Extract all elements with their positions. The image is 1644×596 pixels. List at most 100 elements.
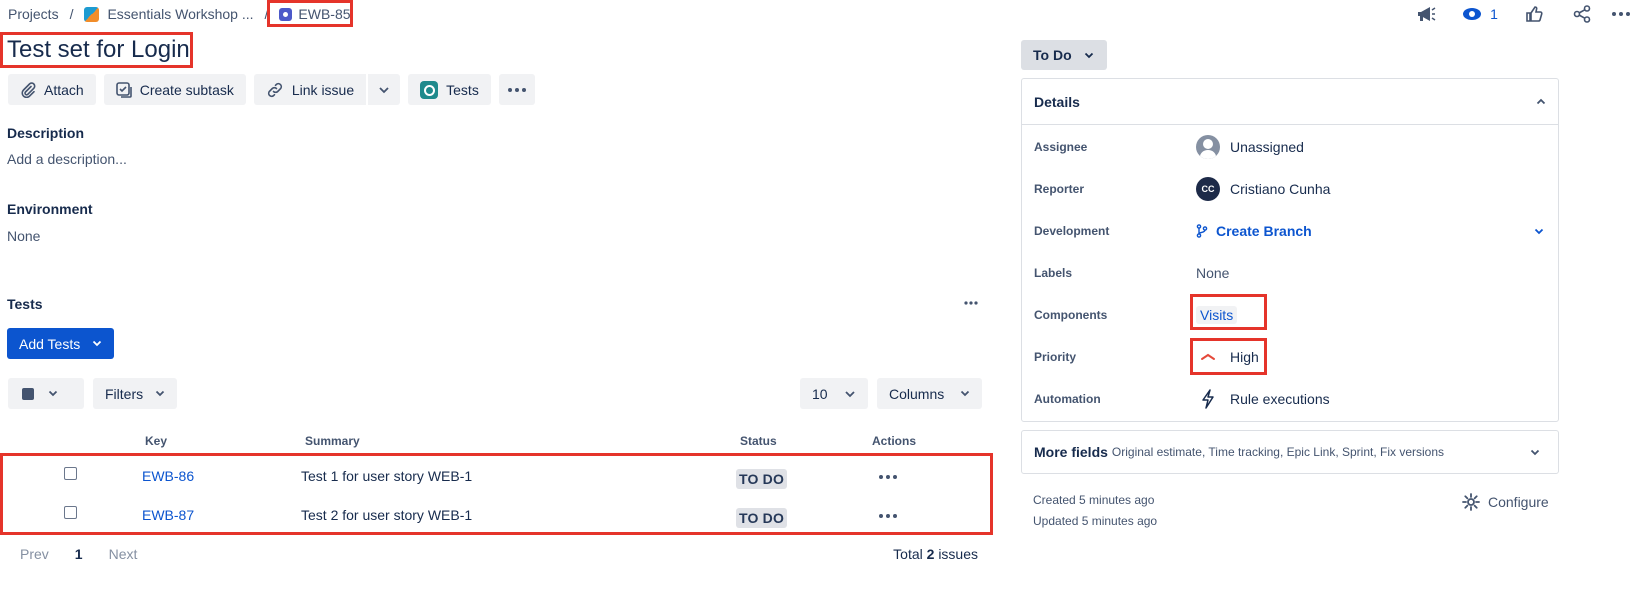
row-checkbox[interactable]: [64, 506, 77, 519]
field-label: Components: [1034, 308, 1108, 322]
more-fields-title: More fields: [1034, 444, 1108, 460]
priority-high-icon: [1201, 353, 1215, 360]
xray-tests-icon: [420, 80, 439, 99]
description-input[interactable]: Add a description...: [7, 151, 127, 167]
created-timestamp: Created 5 minutes ago: [1033, 493, 1155, 507]
breadcrumb-projects[interactable]: Projects: [8, 6, 59, 22]
details-heading: Details: [1034, 93, 1080, 110]
field-automation: Automation Rule executions: [1034, 387, 1548, 411]
chevron-up-icon: [1536, 98, 1546, 105]
link-icon: [267, 82, 282, 97]
issue-title[interactable]: Test set for Login: [7, 36, 190, 64]
create-subtask-button[interactable]: Create subtask: [103, 74, 246, 105]
watch-button[interactable]: 1: [1450, 2, 1510, 26]
row-summary: Test 2 for user story WEB-1: [301, 507, 473, 523]
add-tests-label: Add Tests: [19, 335, 81, 352]
more-horizontal-icon: [1612, 12, 1630, 16]
thumbs-up-icon: [1526, 6, 1543, 22]
more-horizontal-icon: [879, 514, 897, 518]
link-issue-button[interactable]: Link issue: [253, 74, 367, 105]
paperclip-icon: [21, 81, 36, 98]
field-label: Development: [1034, 224, 1110, 238]
page-size-select[interactable]: 10: [800, 378, 868, 409]
add-tests-button[interactable]: Add Tests: [7, 328, 115, 359]
create-branch-link[interactable]: Create Branch: [1196, 223, 1312, 239]
more-actions-button[interactable]: [1606, 2, 1636, 26]
like-button[interactable]: [1510, 2, 1558, 26]
eye-icon: [1463, 8, 1482, 20]
assignee-value[interactable]: Unassigned: [1196, 135, 1304, 159]
labels-value[interactable]: None: [1196, 265, 1229, 281]
automation-value[interactable]: Rule executions: [1196, 389, 1330, 409]
issue-top-actions: 1: [1402, 2, 1636, 26]
avatar: CC: [1196, 177, 1220, 201]
pager-prev[interactable]: Prev: [20, 546, 49, 562]
share-button[interactable]: [1558, 2, 1606, 26]
megaphone-icon: [1418, 7, 1436, 21]
environment-value[interactable]: None: [7, 228, 40, 244]
breadcrumb-project[interactable]: Essentials Workshop ...: [107, 6, 253, 22]
columns-button[interactable]: Columns: [877, 378, 982, 409]
chevron-down-icon: [379, 86, 389, 93]
branch-icon: [1196, 224, 1208, 238]
reporter-value[interactable]: CC Cristiano Cunha: [1196, 177, 1330, 201]
breadcrumb-separator: /: [69, 6, 74, 22]
row-actions-button[interactable]: [879, 505, 897, 521]
reporter-name: Cristiano Cunha: [1230, 181, 1331, 197]
filters-button[interactable]: Filters: [93, 378, 178, 409]
column-header-status[interactable]: Status: [740, 434, 777, 448]
status-badge: TO DO: [736, 508, 788, 528]
tests-label: Tests: [446, 81, 479, 98]
project-icon: [84, 6, 100, 22]
row-key-link[interactable]: EWB-87: [142, 507, 194, 523]
row-actions-button[interactable]: [879, 466, 897, 482]
components-value[interactable]: Visits: [1196, 306, 1238, 324]
chevron-down-icon: [48, 390, 58, 397]
attach-button[interactable]: Attach: [8, 74, 96, 105]
field-assignee: Assignee Unassigned: [1034, 135, 1548, 159]
issue-toolbar: Attach Create subtask Link issue Tests: [8, 74, 535, 105]
priority-value[interactable]: High: [1196, 349, 1259, 365]
field-priority: Priority High: [1034, 345, 1548, 369]
priority-name: High: [1230, 349, 1259, 365]
column-header-actions: Actions: [872, 434, 917, 448]
configure-button[interactable]: Configure: [1462, 493, 1549, 511]
more-fields-section[interactable]: More fields Original estimate, Time trac…: [1021, 430, 1559, 474]
checkbox-square-icon: [22, 387, 34, 400]
create-subtask-label: Create subtask: [139, 81, 234, 98]
page-size-value: 10: [812, 385, 828, 402]
tests-more-button[interactable]: [960, 294, 982, 312]
pager-current-page[interactable]: 1: [75, 546, 83, 562]
row-summary: Test 1 for user story WEB-1: [301, 468, 473, 484]
announcement-button[interactable]: [1402, 2, 1450, 26]
chevron-down-icon: [1084, 52, 1093, 58]
total-suffix: issues: [938, 546, 978, 562]
gear-icon: [1462, 493, 1480, 511]
status-label: To Do: [1033, 47, 1072, 63]
field-label: Priority: [1034, 350, 1077, 364]
assignee-name: Unassigned: [1230, 139, 1304, 155]
tests-heading: Tests: [7, 296, 43, 312]
link-issue-dropdown[interactable]: [367, 74, 401, 105]
environment-heading: Environment: [7, 201, 93, 217]
row-key-link[interactable]: EWB-86: [142, 468, 194, 484]
configure-label: Configure: [1488, 494, 1549, 510]
toolbar-more-button[interactable]: [498, 74, 535, 105]
chevron-down-icon: [845, 390, 855, 397]
create-branch-label: Create Branch: [1216, 223, 1312, 239]
details-header[interactable]: Details: [1022, 79, 1558, 125]
status-badge: TO DO: [736, 469, 788, 489]
status-transition-button[interactable]: To Do: [1021, 40, 1107, 70]
chevron-down-icon[interactable]: [1534, 228, 1544, 235]
tests-button[interactable]: Tests: [408, 74, 491, 105]
breadcrumb-issue-key[interactable]: EWB-85: [298, 6, 350, 22]
component-chip[interactable]: Visits: [1196, 306, 1238, 324]
column-header-key[interactable]: Key: [145, 434, 167, 448]
field-label: Reporter: [1034, 182, 1085, 196]
row-checkbox[interactable]: [64, 467, 77, 480]
total-count: 2: [926, 546, 935, 562]
pager-next[interactable]: Next: [109, 546, 138, 562]
select-all-dropdown[interactable]: [8, 378, 84, 409]
breadcrumb: Projects / Essentials Workshop ... / EWB…: [8, 4, 351, 24]
column-header-summary[interactable]: Summary: [305, 434, 360, 448]
